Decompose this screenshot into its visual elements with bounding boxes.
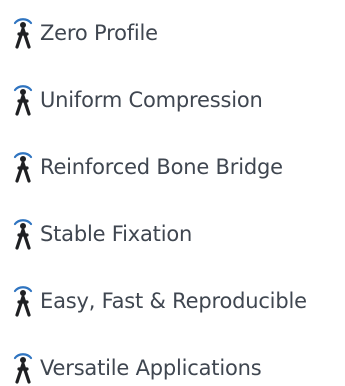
feature-item-easy-fast-reproducible: Easy, Fast & Reproducible bbox=[12, 283, 307, 319]
feature-label: Versatile Applications bbox=[40, 355, 262, 380]
person-figure-icon bbox=[13, 85, 33, 116]
feature-label: Easy, Fast & Reproducible bbox=[40, 288, 307, 313]
feature-label: Zero Profile bbox=[40, 20, 158, 45]
feature-label: Uniform Compression bbox=[40, 87, 263, 112]
feature-item-uniform-compression: Uniform Compression bbox=[12, 82, 263, 118]
person-figure-icon bbox=[13, 353, 33, 384]
person-figure-icon bbox=[13, 152, 33, 183]
feature-item-reinforced-bone-bridge: Reinforced Bone Bridge bbox=[12, 149, 283, 185]
feature-label: Stable Fixation bbox=[40, 221, 193, 246]
feature-item-stable-fixation: Stable Fixation bbox=[12, 216, 192, 252]
person-figure-icon bbox=[13, 18, 33, 49]
feature-item-zero-profile: Zero Profile bbox=[12, 15, 158, 51]
feature-item-versatile-applications: Versatile Applications bbox=[12, 350, 262, 386]
person-figure-icon bbox=[13, 286, 33, 317]
person-figure-icon bbox=[13, 219, 33, 250]
feature-label: Reinforced Bone Bridge bbox=[40, 154, 283, 179]
feature-list: Zero Profile Uniform Compression Reinfor… bbox=[12, 0, 345, 385]
